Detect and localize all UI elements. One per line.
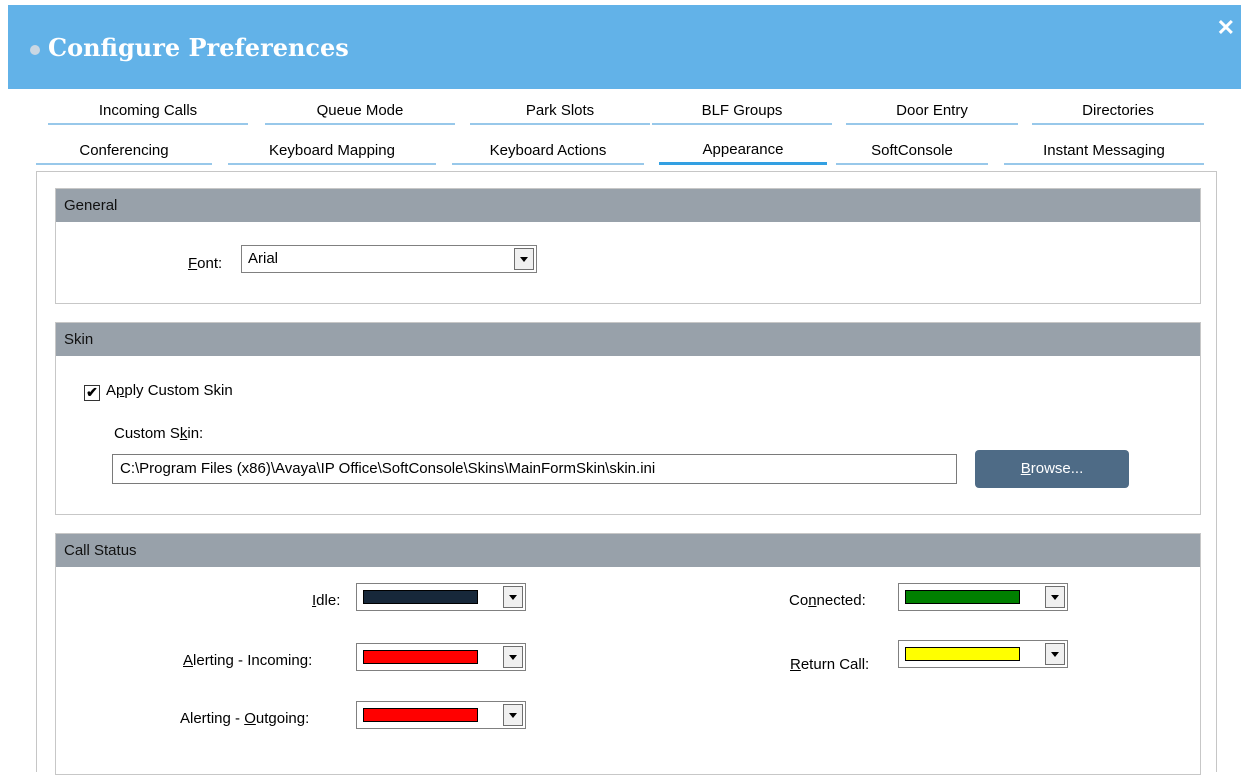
- call-status-header: Call Status: [56, 534, 1200, 567]
- tab-park-slots[interactable]: Park Slots: [470, 99, 650, 125]
- chevron-down-icon[interactable]: [503, 704, 523, 726]
- chevron-down-icon[interactable]: [1045, 586, 1065, 608]
- tab-directories[interactable]: Directories: [1032, 99, 1204, 125]
- font-value: Arial: [248, 250, 279, 267]
- tab-door-entry[interactable]: Door Entry: [846, 99, 1018, 125]
- chevron-down-icon[interactable]: [503, 646, 523, 668]
- call-status-group: Call Status Idle: Alerting - Incoming: A…: [55, 533, 1201, 775]
- connected-label: Connected:: [789, 592, 866, 609]
- custom-skin-label: Custom Skin:: [114, 425, 204, 442]
- appearance-panel: General Font: Arial Skin ✔ Apply Custom …: [36, 171, 1217, 775]
- return-call-label: Return Call:: [790, 656, 870, 673]
- general-header: General: [56, 189, 1200, 222]
- apply-custom-skin-label: Apply Custom Skin: [106, 382, 233, 399]
- tab-keyboard-actions[interactable]: Keyboard Actions: [452, 139, 644, 165]
- chevron-down-icon[interactable]: [514, 248, 534, 270]
- tab-softconsole[interactable]: SoftConsole: [836, 139, 988, 165]
- alerting-incoming-color-swatch: [363, 650, 478, 664]
- idle-color-swatch: [363, 590, 478, 604]
- close-icon[interactable]: ✕: [1217, 15, 1235, 41]
- font-label: Font:: [188, 255, 223, 272]
- alerting-outgoing-color-picker[interactable]: [356, 701, 526, 729]
- tab-conferencing[interactable]: Conferencing: [36, 139, 212, 165]
- chevron-down-icon[interactable]: [503, 586, 523, 608]
- tab-incoming-calls[interactable]: Incoming Calls: [48, 99, 248, 125]
- font-dropdown[interactable]: Arial: [241, 245, 537, 273]
- connected-color-swatch: [905, 590, 1020, 604]
- return-call-color-swatch: [905, 647, 1020, 661]
- title-dot-icon: [30, 45, 40, 55]
- alerting-incoming-label: Alerting - Incoming:: [183, 652, 313, 669]
- idle-label: Idle:: [312, 592, 341, 609]
- browse-button[interactable]: Browse...: [975, 450, 1129, 488]
- tab-queue-mode[interactable]: Queue Mode: [265, 99, 455, 125]
- chevron-down-icon[interactable]: [1045, 643, 1065, 665]
- alerting-outgoing-color-swatch: [363, 708, 478, 722]
- title-bar: Configure Preferences ✕: [8, 5, 1241, 89]
- skin-group: Skin ✔ Apply Custom Skin Custom Skin: C:…: [55, 322, 1201, 515]
- general-group: General Font: Arial: [55, 188, 1201, 304]
- apply-custom-skin-checkbox[interactable]: ✔: [84, 385, 100, 401]
- tab-keyboard-mapping[interactable]: Keyboard Mapping: [228, 139, 436, 165]
- idle-color-picker[interactable]: [356, 583, 526, 611]
- custom-skin-path-field[interactable]: C:\Program Files (x86)\Avaya\IP Office\S…: [112, 454, 957, 484]
- return-call-color-picker[interactable]: [898, 640, 1068, 668]
- skin-header: Skin: [56, 323, 1200, 356]
- tab-blf-groups[interactable]: BLF Groups: [652, 99, 832, 125]
- window-title: Configure Preferences: [48, 33, 349, 62]
- alerting-incoming-color-picker[interactable]: [356, 643, 526, 671]
- tab-instant-messaging[interactable]: Instant Messaging: [1004, 139, 1204, 165]
- alerting-outgoing-label: Alerting - Outgoing:: [180, 710, 310, 727]
- connected-color-picker[interactable]: [898, 583, 1068, 611]
- tab-appearance[interactable]: Appearance: [659, 138, 827, 165]
